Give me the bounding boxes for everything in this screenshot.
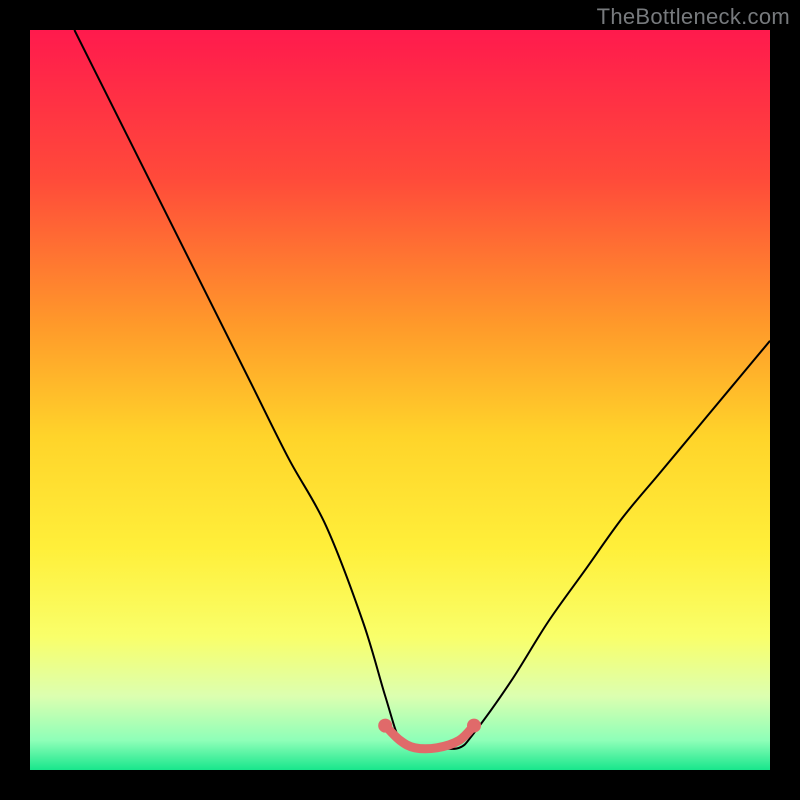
- plot-area: [30, 30, 770, 770]
- watermark-text: TheBottleneck.com: [597, 4, 790, 30]
- optimal-zone-end-dot: [467, 719, 481, 733]
- optimal-zone-start-dot: [378, 719, 392, 733]
- gradient-background: [30, 30, 770, 770]
- chart-frame: TheBottleneck.com: [0, 0, 800, 800]
- chart-svg: [30, 30, 770, 770]
